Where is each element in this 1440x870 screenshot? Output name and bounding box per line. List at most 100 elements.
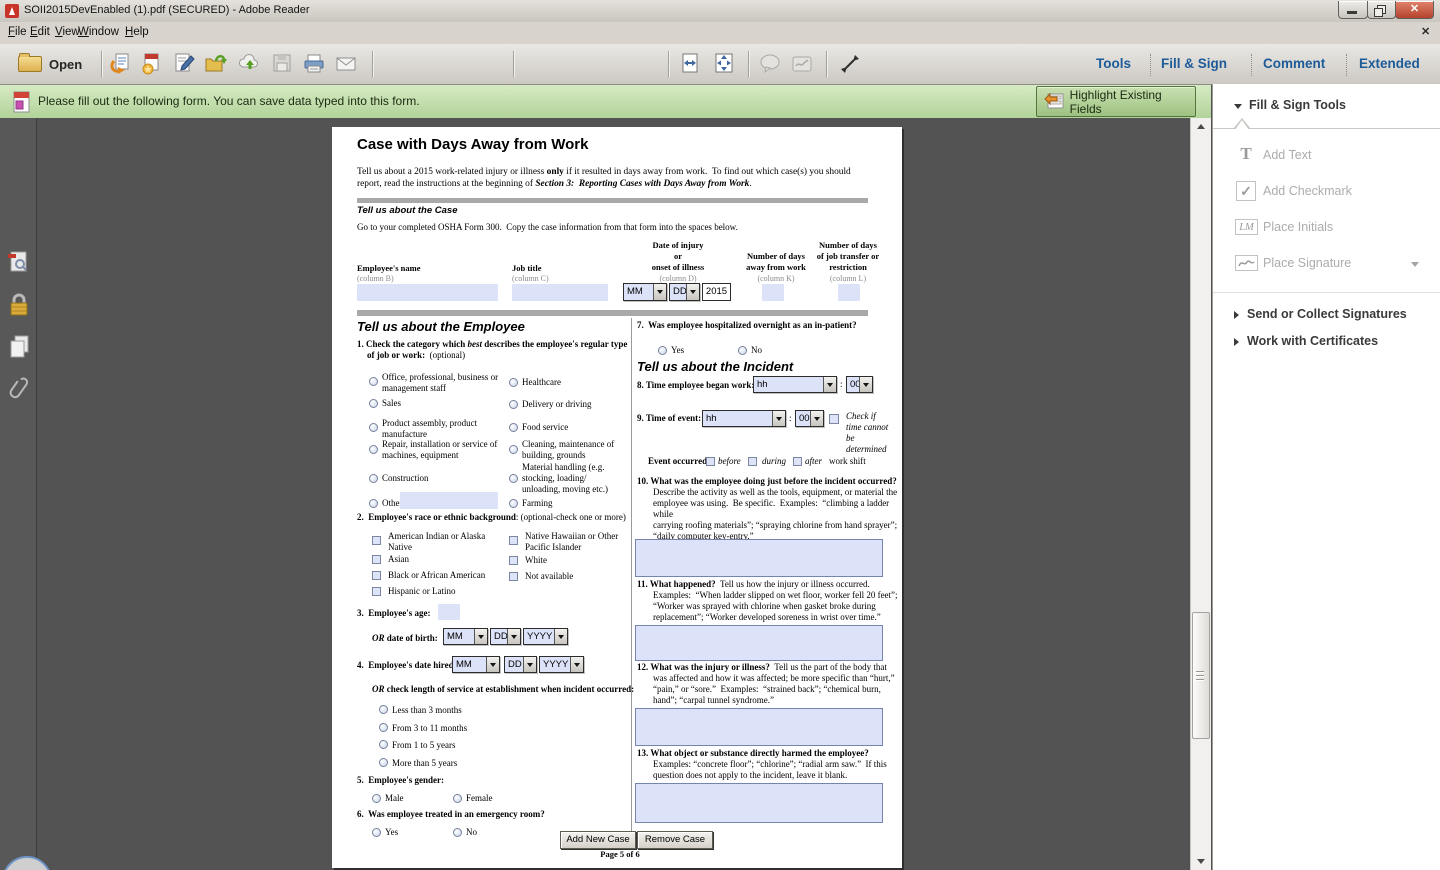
checkbox-during[interactable] bbox=[748, 457, 757, 466]
remove-case-button[interactable]: Remove Case bbox=[637, 831, 713, 849]
security-lock-icon[interactable] bbox=[8, 292, 30, 318]
checkbox-before[interactable] bbox=[706, 457, 715, 466]
section-work-with-certificates[interactable]: Work with Certificates bbox=[1247, 334, 1378, 348]
hired-year-dropdown[interactable]: YYYY bbox=[539, 656, 584, 673]
radio-er-yes[interactable] bbox=[372, 828, 381, 837]
pages-icon[interactable] bbox=[8, 334, 30, 360]
scroll-down-button[interactable] bbox=[1191, 853, 1211, 870]
chevron-right-icon[interactable] bbox=[1234, 311, 1239, 319]
radio-er-no[interactable] bbox=[453, 828, 462, 837]
radio-food-service[interactable] bbox=[509, 423, 518, 432]
menu-edit[interactable]: Edit bbox=[30, 26, 50, 38]
checkbox-american-indian[interactable] bbox=[372, 536, 381, 545]
employee-name-input[interactable] bbox=[357, 284, 498, 301]
attachments-paperclip-icon[interactable] bbox=[8, 374, 30, 404]
q10-textarea[interactable] bbox=[635, 539, 883, 577]
event-hour-dropdown[interactable]: hh bbox=[702, 410, 786, 427]
injury-month-dropdown[interactable]: MM bbox=[623, 283, 667, 301]
cloud-upload-button[interactable] bbox=[238, 52, 262, 76]
minimize-button[interactable] bbox=[1338, 1, 1368, 19]
began-work-minute-dropdown[interactable]: 00 bbox=[846, 376, 873, 393]
job-title-input[interactable] bbox=[512, 284, 608, 301]
send-file-button[interactable] bbox=[108, 52, 132, 76]
radio-3-11-months[interactable] bbox=[379, 723, 388, 732]
hired-month-dropdown[interactable]: MM bbox=[452, 656, 500, 673]
q12-textarea[interactable] bbox=[635, 708, 883, 746]
page-thumbnails-icon[interactable] bbox=[7, 250, 31, 278]
radio-other[interactable] bbox=[369, 499, 378, 508]
checkbox-time-undetermined[interactable] bbox=[829, 414, 839, 424]
chevron-down-icon[interactable] bbox=[1234, 104, 1242, 109]
open-button[interactable]: Open bbox=[10, 50, 96, 78]
checkbox-white[interactable] bbox=[509, 556, 518, 565]
radio-male[interactable] bbox=[372, 794, 381, 803]
checkbox-asian[interactable] bbox=[372, 555, 381, 564]
vertical-scrollbar[interactable] bbox=[1190, 118, 1211, 870]
radio-repair[interactable] bbox=[369, 445, 378, 454]
radio-sales[interactable] bbox=[369, 399, 378, 408]
menu-help[interactable]: Help bbox=[125, 26, 149, 38]
tab-extended[interactable]: Extended bbox=[1359, 56, 1420, 71]
chevron-right-icon[interactable] bbox=[1234, 338, 1239, 346]
radio-less-3-months[interactable] bbox=[379, 705, 388, 714]
employee-age-input[interactable] bbox=[438, 604, 460, 620]
event-minute-dropdown[interactable]: 00 bbox=[795, 410, 824, 427]
fit-width-button[interactable] bbox=[678, 51, 702, 75]
other-text-input[interactable] bbox=[400, 492, 498, 509]
export-pdf-button[interactable] bbox=[140, 52, 164, 76]
radio-hospitalized-no[interactable] bbox=[738, 346, 747, 355]
dob-month-dropdown[interactable]: MM bbox=[443, 628, 488, 645]
restore-button[interactable] bbox=[1367, 1, 1396, 19]
checkbox-after[interactable] bbox=[793, 457, 802, 466]
menu-window[interactable]: Window bbox=[78, 26, 119, 38]
menu-view[interactable]: View bbox=[55, 26, 80, 38]
radio-office[interactable] bbox=[369, 377, 378, 386]
radio-1-5-years[interactable] bbox=[379, 740, 388, 749]
checkbox-hispanic[interactable] bbox=[372, 587, 381, 596]
reading-mode-button[interactable] bbox=[838, 52, 862, 76]
scrollbar-thumb[interactable] bbox=[1192, 612, 1210, 739]
days-away-input[interactable] bbox=[762, 284, 784, 301]
close-bar-icon[interactable]: ✕ bbox=[1421, 25, 1430, 38]
share-folder-button[interactable] bbox=[204, 52, 228, 76]
began-work-hour-dropdown[interactable]: hh bbox=[753, 376, 837, 393]
scroll-up-button[interactable] bbox=[1191, 118, 1211, 135]
section-send-collect-signatures[interactable]: Send or Collect Signatures bbox=[1247, 307, 1407, 321]
days-restriction-input[interactable] bbox=[838, 284, 860, 301]
radio-healthcare[interactable] bbox=[509, 378, 518, 387]
col-b-label: Employee's name bbox=[357, 263, 421, 274]
dob-day-dropdown[interactable]: DD bbox=[490, 628, 521, 645]
q13-textarea[interactable] bbox=[635, 783, 883, 823]
radio-more-5-years[interactable] bbox=[379, 758, 388, 767]
radio-construction[interactable] bbox=[369, 474, 378, 483]
close-button[interactable]: ✕ bbox=[1395, 1, 1434, 19]
injury-day-dropdown[interactable]: DD bbox=[669, 283, 700, 301]
menu-file[interactable]: File bbox=[8, 26, 27, 38]
tab-tools[interactable]: Tools bbox=[1096, 56, 1131, 71]
radio-delivery[interactable] bbox=[509, 400, 518, 409]
dob-year-dropdown[interactable]: YYYY bbox=[523, 628, 568, 645]
checkbox-not-available[interactable] bbox=[509, 572, 518, 581]
radio-hospitalized-yes[interactable] bbox=[658, 346, 667, 355]
hired-day-dropdown[interactable]: DD bbox=[504, 656, 537, 673]
radio-cleaning[interactable] bbox=[509, 445, 518, 454]
email-button[interactable] bbox=[334, 52, 358, 76]
question-2: 2. Employee's race or ethnic background:… bbox=[357, 512, 626, 523]
radio-female[interactable] bbox=[453, 794, 462, 803]
checkbox-black[interactable] bbox=[372, 571, 381, 580]
radio-farming[interactable] bbox=[509, 499, 518, 508]
panel-header[interactable]: Fill & Sign Tools bbox=[1249, 98, 1346, 112]
notification-message: Please fill out the following form. You … bbox=[38, 94, 420, 108]
radio-material-handling[interactable] bbox=[509, 474, 518, 483]
tab-comment[interactable]: Comment bbox=[1263, 56, 1325, 71]
tab-fill-sign[interactable]: Fill & Sign bbox=[1161, 56, 1227, 71]
add-new-case-button[interactable]: Add New Case bbox=[560, 831, 636, 849]
print-button[interactable] bbox=[302, 52, 326, 76]
q11-textarea[interactable] bbox=[635, 625, 883, 661]
checkbox-native-hawaiian[interactable] bbox=[509, 536, 518, 545]
chevron-down-icon bbox=[827, 383, 833, 387]
radio-product-assembly[interactable] bbox=[369, 423, 378, 432]
fit-page-button[interactable] bbox=[712, 51, 736, 75]
sign-document-button[interactable] bbox=[172, 52, 196, 76]
highlight-fields-button[interactable]: Highlight Existing Fields bbox=[1036, 86, 1196, 117]
